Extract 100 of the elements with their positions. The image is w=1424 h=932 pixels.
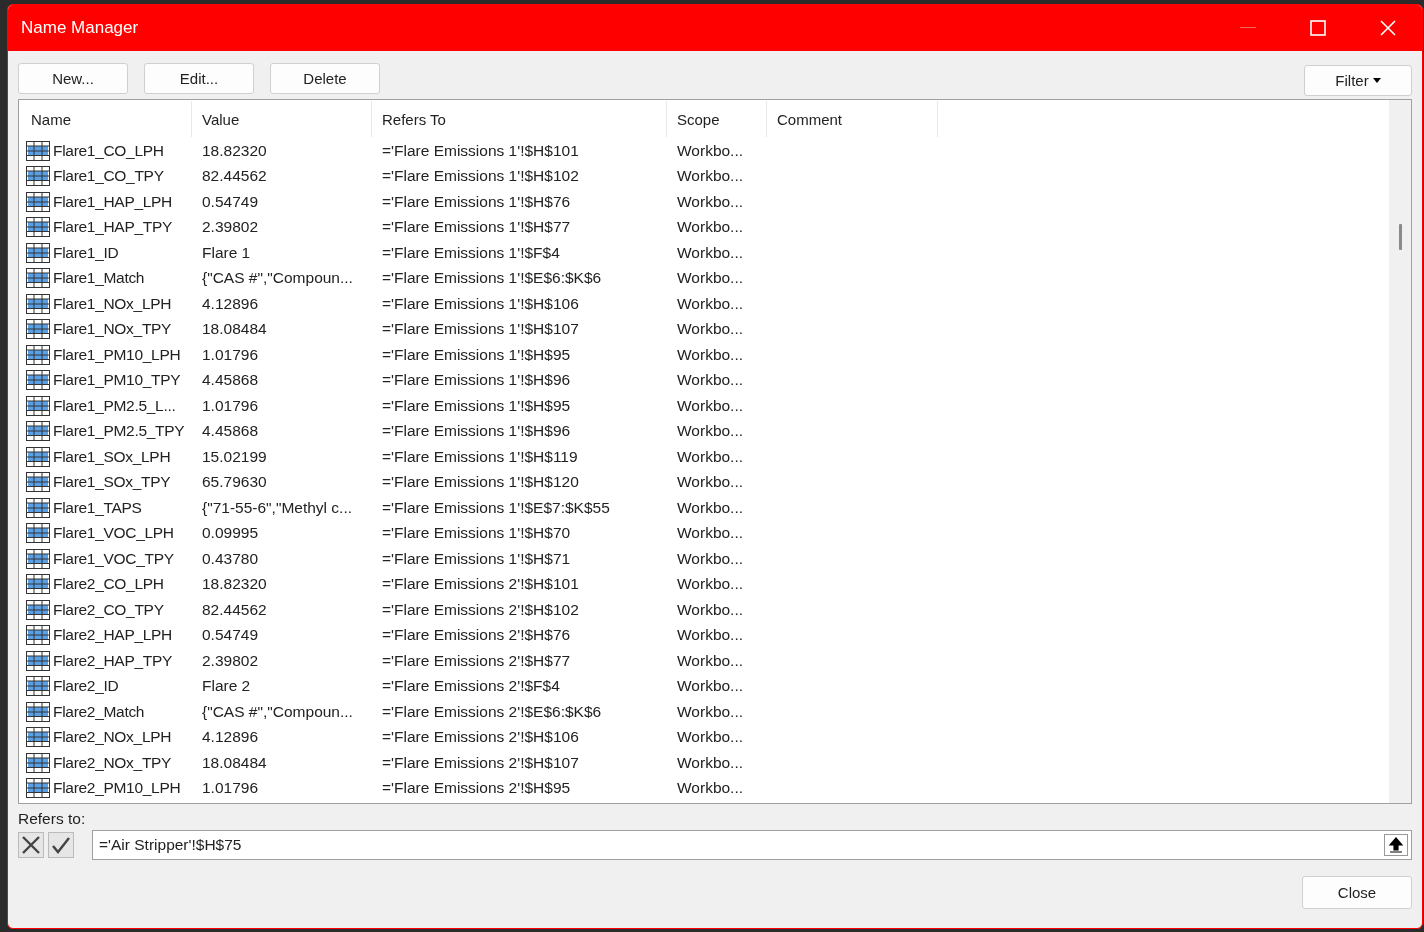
cancel-icon[interactable] [18,832,44,858]
table-cell-text: 0.54749 [201,626,260,645]
table-cell-text: Workbo... [676,498,745,517]
table-cell[interactable]: Flare1_SOx_TPY [53,473,171,492]
table-cell-text: ='Flare Emissions 2'!$H$95 [381,779,572,798]
table-cell[interactable]: Flare1_TAPS [53,498,142,517]
table-cell-text: Workbo... [676,677,745,696]
table-cell[interactable]: Flare1_CO_LPH [53,141,164,160]
table-icon [26,319,50,340]
table-cell-text: 18.08484 [201,753,268,772]
table-cell[interactable]: Flare2_HAP_TPY [53,651,172,670]
table-cell-text: Workbo... [676,626,745,645]
table-cell[interactable]: Flare1_VOC_TPY [53,549,174,568]
filter-button[interactable]: Filter [1304,64,1412,96]
table-cell[interactable]: Flare1_NOx_TPY [53,320,172,339]
table-cell-text: 18.82320 [201,575,268,594]
column-header[interactable]: Scope [667,101,767,137]
table-cell-text: Workbo... [676,549,745,568]
table-icon [26,191,50,212]
table-icon [26,523,50,544]
column-header[interactable]: Refers To [372,101,667,137]
table-cell[interactable]: Flare1_Match [53,269,145,288]
table-cell-text: 4.12896 [201,728,260,747]
table-cell[interactable]: Flare2_HAP_LPH [53,626,172,645]
dialog-button[interactable]: Edit... [144,62,254,94]
refers-to-field[interactable]: ='Air Stripper'!$H$75 [92,830,1412,860]
table-cell[interactable]: Flare1_HAP_TPY [53,218,172,237]
table-cell[interactable]: Flare1_HAP_LPH [53,192,172,211]
table-cell[interactable]: Flare1_PM10_TPY [53,371,181,390]
table-icon [26,166,50,187]
table-icon [26,599,50,620]
table-cell-text: ='Flare Emissions 2'!$H$102 [381,600,580,619]
table-cell-text: 82.44562 [201,167,268,186]
table-cell-text: Workbo... [676,728,745,747]
table-cell-text: ='Flare Emissions 1'!$H$120 [381,473,580,492]
table-cell-text: Workbo... [676,371,745,390]
table-cell-text: Workbo... [676,753,745,772]
table-cell-text: Workbo... [676,218,745,237]
table-icon [26,650,50,671]
table-cell-text: ='Flare Emissions 2'!$H$77 [381,651,572,670]
table-cell[interactable]: Flare2_CO_TPY [53,600,164,619]
table-cell[interactable]: Flare1_PM2.5_L... [53,396,176,415]
table-cell-text: ='Flare Emissions 1'!$H$102 [381,167,580,186]
table-icon [26,370,50,391]
table-cell-text: {"CAS #","Compoun... [201,702,354,721]
refers-to-label: Refers to: [18,810,87,828]
table-cell-text: ='Flare Emissions 1'!$H$101 [381,141,580,160]
scrollbar-thumb[interactable] [1398,224,1402,250]
table-cell-text: 0.43780 [201,549,260,568]
dialog-button[interactable]: New... [18,62,128,94]
table-icon [26,574,50,595]
collapse-dialog-icon[interactable] [1384,834,1408,856]
table-cell-text: ='Flare Emissions 1'!$H$71 [381,549,572,568]
column-header[interactable]: Value [192,101,372,137]
column-header[interactable]: Name [21,101,192,137]
close-button[interactable]: Close [1302,876,1412,909]
table-cell[interactable]: Flare2_NOx_LPH [53,728,172,747]
table-cell-text: 65.79630 [201,473,268,492]
table-cell[interactable]: Flare1_VOC_LPH [53,524,174,543]
table-icon [26,293,50,314]
table-cell-text: ='Flare Emissions 2'!$H$106 [381,728,580,747]
table-cell-text: Workbo... [676,320,745,339]
table-cell-text: Flare 2 [201,677,252,696]
table-cell[interactable]: Flare1_ID [53,243,119,262]
table-cell[interactable]: Flare2_NOx_TPY [53,753,172,772]
table-cell-text: ='Flare Emissions 2'!$H$76 [381,626,572,645]
table-cell[interactable]: Flare2_Match [53,702,145,721]
table-cell-text: Workbo... [676,575,745,594]
table-cell-text: ='Flare Emissions 1'!$H$106 [381,294,580,313]
table-cell-text: Workbo... [676,651,745,670]
table-icon [26,701,50,722]
table-cell[interactable]: Flare1_PM10_LPH [53,345,181,364]
table-cell-text: 15.02199 [201,447,268,466]
table-cell-text: 4.45868 [201,371,260,390]
table-cell[interactable]: Flare2_PM10_LPH [53,779,181,798]
table-cell-text: 0.54749 [201,192,260,211]
table-cell[interactable]: Flare1_PM2.5_TPY [53,422,185,441]
table-cell-text: ='Flare Emissions 2'!$F$4 [381,677,561,696]
column-header[interactable]: Comment [767,101,938,137]
table-cell-text: 1.01796 [201,396,260,415]
table-cell[interactable]: Flare2_CO_LPH [53,575,164,594]
dialog-button[interactable]: Delete [270,62,380,94]
table-cell-text: 18.08484 [201,320,268,339]
close-icon[interactable] [1380,20,1396,36]
table-cell[interactable]: Flare1_CO_TPY [53,167,164,186]
scrollbar[interactable] [1389,100,1411,803]
check-icon[interactable] [48,832,74,858]
table-icon [26,268,50,289]
table-cell-text: ='Flare Emissions 1'!$H$76 [381,192,572,211]
table-icon [26,344,50,365]
table-cell[interactable]: Flare2_ID [53,677,119,696]
table-icon [26,727,50,748]
table-cell[interactable]: Flare1_NOx_LPH [53,294,172,313]
table-cell-text: Flare 1 [201,243,252,262]
table-cell-text: Workbo... [676,294,745,313]
table-cell[interactable]: Flare1_SOx_LPH [53,447,171,466]
maximize-icon[interactable] [1310,20,1326,36]
table-cell-text: ='Flare Emissions 1'!$H$95 [381,345,572,364]
table-cell-text: Workbo... [676,167,745,186]
table-icon [26,395,50,416]
